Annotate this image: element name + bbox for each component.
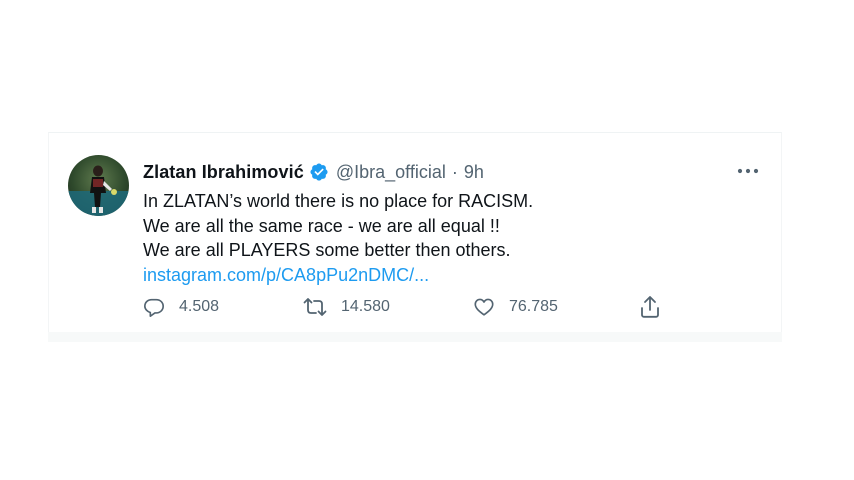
avatar-image bbox=[68, 155, 129, 216]
tweet-line: We are all PLAYERS some better then othe… bbox=[143, 240, 511, 260]
share-button[interactable] bbox=[639, 293, 661, 321]
retweet-icon bbox=[303, 298, 327, 316]
share-icon bbox=[641, 296, 659, 318]
handle[interactable]: @Ibra_official bbox=[336, 162, 446, 183]
tweet-card[interactable]: Zlatan Ibrahimović @Ibra_official · 9h I… bbox=[48, 132, 782, 342]
tweet-header: Zlatan Ibrahimović @Ibra_official · 9h bbox=[143, 159, 484, 185]
tweet-line: We are all the same race - we are all eq… bbox=[143, 215, 500, 236]
reply-count: 4.508 bbox=[179, 298, 220, 315]
retweet-button[interactable]: 14.580 bbox=[303, 293, 390, 321]
divider bbox=[48, 332, 782, 342]
tweet-text: In ZLATAN’s world there is no place for … bbox=[143, 189, 533, 287]
tweet-actions: 4.508 14.580 76.785 bbox=[143, 293, 673, 321]
like-count: 76.785 bbox=[509, 298, 558, 315]
timestamp[interactable]: 9h bbox=[464, 162, 484, 183]
reply-button[interactable]: 4.508 bbox=[143, 293, 219, 321]
verified-badge-icon bbox=[309, 162, 329, 182]
reply-icon bbox=[144, 298, 164, 317]
like-button[interactable]: 76.785 bbox=[473, 293, 558, 321]
retweet-count: 14.580 bbox=[341, 298, 390, 315]
tweet-link[interactable]: instagram.com/p/CA8pPu2nDMC/... bbox=[143, 263, 533, 288]
display-name[interactable]: Zlatan Ibrahimović bbox=[143, 162, 304, 183]
header-separator: · bbox=[451, 161, 458, 182]
heart-icon bbox=[474, 298, 494, 316]
tweet-line: In ZLATAN’s world there is no place for … bbox=[143, 191, 534, 211]
more-button[interactable] bbox=[735, 161, 761, 181]
more-dots-icon bbox=[737, 168, 759, 174]
avatar[interactable] bbox=[68, 155, 129, 216]
